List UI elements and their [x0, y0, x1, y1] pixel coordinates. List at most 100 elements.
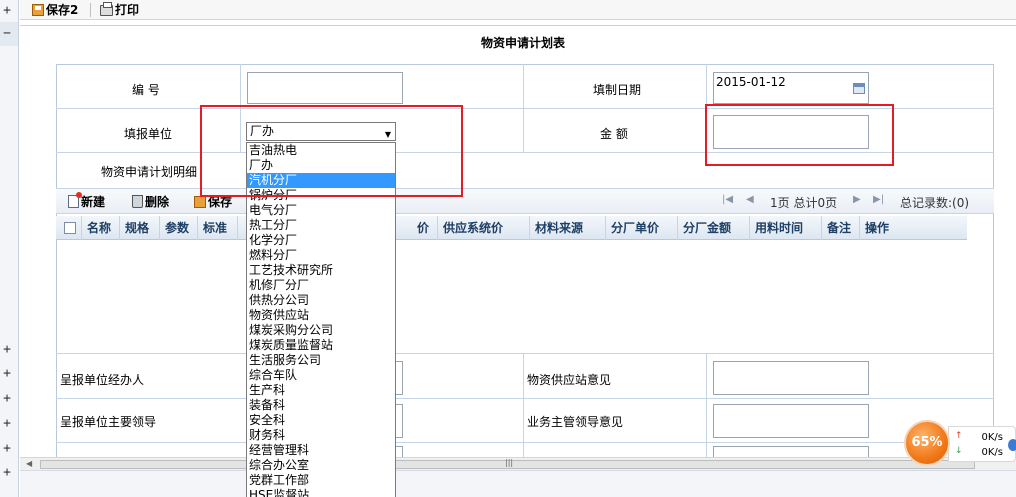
- grid-toolbar: 新建 删除 保存 |◀ ◀ 1页 总计0页 ▶ ▶| 总记录数:(0): [56, 188, 994, 214]
- save-icon: [194, 195, 206, 208]
- expand-icon[interactable]: +: [0, 343, 14, 357]
- handler-label: 呈报单位经办人: [60, 373, 145, 387]
- dropdown-option[interactable]: 装备科: [247, 398, 395, 413]
- print-button-label: 打印: [115, 3, 140, 17]
- grip-icon: |||: [505, 458, 514, 467]
- col-divider: [523, 64, 524, 152]
- dropdown-option[interactable]: 生产科: [247, 383, 395, 398]
- expand-icon[interactable]: +: [0, 4, 14, 18]
- column-header[interactable]: 供应系统价: [438, 216, 530, 240]
- left-tree-strip: + − + + + + + +: [0, 0, 19, 497]
- row-divider: [56, 398, 994, 399]
- calendar-icon[interactable]: [853, 83, 865, 94]
- first-page-icon[interactable]: |◀: [722, 194, 733, 205]
- amount-label: 金 额: [600, 127, 628, 141]
- dropdown-option[interactable]: 党群工作部: [247, 473, 395, 488]
- dropdown-option[interactable]: 机修厂分厂: [247, 278, 395, 293]
- expand-icon[interactable]: +: [0, 466, 14, 480]
- expand-icon[interactable]: +: [0, 367, 14, 381]
- dropdown-option[interactable]: 综合办公室: [247, 458, 395, 473]
- upload-arrow-icon: ↑: [955, 431, 963, 441]
- save-button[interactable]: 保存2: [32, 1, 78, 19]
- fill-date-label: 填制日期: [593, 83, 642, 97]
- grid-header: 名称 规格 参数 标准 价 供应系统价 材料来源 分厂单价 分厂金额 用料时间 …: [56, 216, 967, 240]
- business-opinion-label: 业务主管领导意见: [527, 415, 624, 429]
- new-document-icon: [68, 192, 82, 208]
- printer-icon: [100, 1, 113, 16]
- detail-label: 物资申请计划明细: [101, 165, 198, 179]
- select-all-checkbox[interactable]: [64, 222, 76, 234]
- new-button[interactable]: 新建: [68, 192, 106, 210]
- report-unit-label: 填报单位: [124, 127, 173, 141]
- next-page-icon[interactable]: ▶: [853, 194, 861, 205]
- column-header[interactable]: 分厂单价: [606, 216, 678, 240]
- column-header[interactable]: 分厂金额: [678, 216, 750, 240]
- print-button[interactable]: 打印: [100, 1, 139, 19]
- dropdown-option[interactable]: HSE监督站: [247, 488, 395, 497]
- dropdown-option[interactable]: 生活服务公司: [247, 353, 395, 368]
- download-speed: 0K/s: [981, 447, 1004, 458]
- column-header[interactable]: 标准: [198, 216, 238, 240]
- supply-opinion-input[interactable]: [713, 361, 869, 395]
- upload-speed: 0K/s: [981, 432, 1004, 443]
- code-label: 编 号: [132, 83, 160, 97]
- prev-page-icon[interactable]: ◀: [746, 194, 754, 205]
- dropdown-option[interactable]: 综合车队: [247, 368, 395, 383]
- download-arrow-icon: ↓: [955, 446, 963, 456]
- delete-button-label: 删除: [145, 195, 170, 209]
- expand-icon[interactable]: +: [0, 417, 14, 431]
- scroll-left-icon[interactable]: ◀: [26, 459, 32, 468]
- dropdown-option[interactable]: 供热分公司: [247, 293, 395, 308]
- code-input[interactable]: [247, 72, 403, 104]
- row-divider: [56, 353, 994, 354]
- dropdown-option[interactable]: 物资供应站: [247, 308, 395, 323]
- last-page-icon[interactable]: ▶|: [873, 194, 884, 205]
- dropdown-option[interactable]: 电气分厂: [247, 203, 395, 218]
- column-header[interactable]: 规格: [120, 216, 160, 240]
- col-divider: [523, 353, 524, 457]
- dropdown-option[interactable]: 财务科: [247, 428, 395, 443]
- leader-label: 呈报单位主要领导: [60, 415, 157, 429]
- dropdown-option[interactable]: 煤炭质量监督站: [247, 338, 395, 353]
- select-all-cell: [56, 216, 82, 240]
- annotation-box: [705, 104, 894, 166]
- dropdown-option[interactable]: 热工分厂: [247, 218, 395, 233]
- expand-icon[interactable]: +: [0, 392, 14, 406]
- trash-icon: [132, 195, 143, 208]
- horizontal-scrollbar[interactable]: ◀ |||: [20, 457, 1016, 470]
- dropdown-option[interactable]: 煤炭采购分公司: [247, 323, 395, 338]
- new-button-label: 新建: [81, 195, 106, 209]
- speed-panel: ↑ 0K/s ↓ 0K/s: [948, 426, 1016, 462]
- total-records: 总记录数:(0): [900, 196, 970, 210]
- toolbar-divider: [90, 3, 91, 17]
- dropdown-option[interactable]: 经营管理科: [247, 443, 395, 458]
- dropdown-option[interactable]: 化学分厂: [247, 233, 395, 248]
- fill-date-input[interactable]: 2015-01-12: [713, 72, 869, 104]
- column-header[interactable]: 备注: [822, 216, 860, 240]
- page-title: 物资申请计划表: [480, 36, 565, 50]
- business-opinion-input[interactable]: [713, 404, 869, 438]
- column-header[interactable]: 材料来源: [530, 216, 606, 240]
- status-bar: [20, 470, 1016, 497]
- top-toolbar: 保存2 打印: [20, 0, 1016, 20]
- col-divider: [706, 353, 707, 457]
- save-button-label: 保存2: [46, 3, 79, 17]
- network-speed-widget[interactable]: ↑ 0K/s ↓ 0K/s 65%: [904, 420, 1016, 468]
- dropdown-option[interactable]: 安全科: [247, 413, 395, 428]
- column-header[interactable]: 参数: [160, 216, 198, 240]
- supply-opinion-label: 物资供应站意见: [527, 373, 612, 387]
- dropdown-option[interactable]: 燃料分厂: [247, 248, 395, 263]
- column-header[interactable]: 名称: [82, 216, 120, 240]
- partial-input[interactable]: [713, 446, 869, 457]
- memory-usage-ball[interactable]: 65%: [904, 420, 950, 466]
- delete-button[interactable]: 删除: [132, 193, 169, 210]
- save-icon: [32, 4, 44, 16]
- row-divider: [56, 442, 994, 443]
- column-header[interactable]: 操作: [860, 216, 967, 240]
- dropdown-option[interactable]: 工艺技术研究所: [247, 263, 395, 278]
- column-header[interactable]: 用料时间: [750, 216, 822, 240]
- accelerate-icon[interactable]: [1008, 439, 1016, 451]
- fill-date-value: 2015-01-12: [716, 75, 786, 89]
- expand-icon[interactable]: +: [0, 442, 14, 456]
- collapse-icon[interactable]: −: [0, 27, 14, 41]
